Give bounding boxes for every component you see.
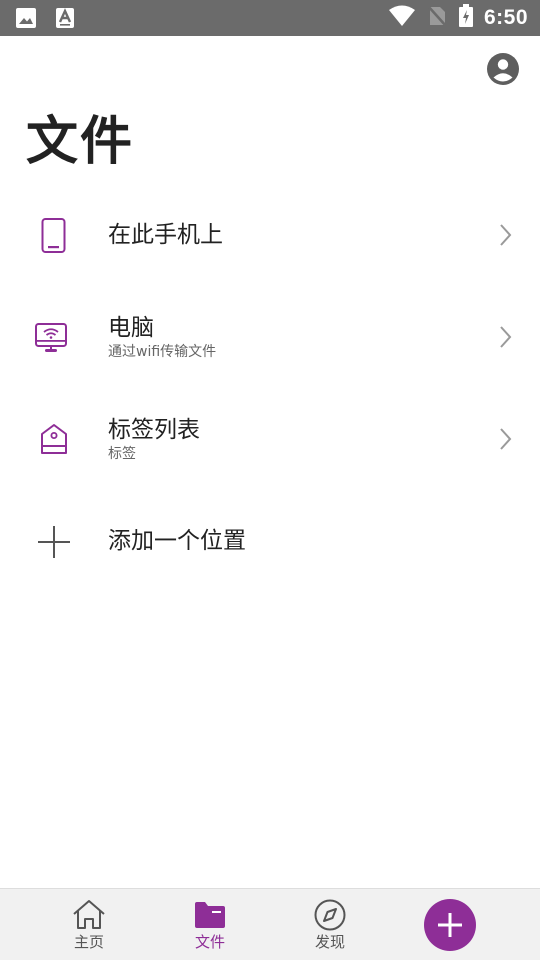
- location-subtitle: 标签: [108, 446, 136, 462]
- status-bar-notifications: [14, 6, 76, 34]
- nav-discover[interactable]: 发现: [285, 889, 375, 960]
- home-icon: [71, 898, 107, 932]
- nav-files[interactable]: 文件: [165, 889, 255, 960]
- location-text: 添加一个位置: [108, 490, 246, 592]
- status-bar-system: 6:50: [388, 0, 528, 36]
- locations-list: 在此手机上 电脑 通过wifi传输文件 标签列表 标签 添加一个位置: [0, 184, 540, 592]
- chevron-right-icon: [498, 222, 514, 248]
- wifi-icon: [388, 5, 416, 31]
- location-this-phone[interactable]: 在此手机上: [0, 184, 540, 286]
- account-button[interactable]: [486, 52, 520, 86]
- text-format-icon: [54, 6, 76, 34]
- folder-icon: [192, 898, 228, 932]
- nav-label: 文件: [194, 933, 225, 951]
- location-title: 标签列表: [108, 417, 200, 443]
- nav-label: 发现: [314, 933, 345, 951]
- location-subtitle: 通过wifi传输文件: [108, 344, 217, 360]
- account-circle-icon: [487, 53, 519, 85]
- location-text: 电脑 通过wifi传输文件: [108, 286, 216, 388]
- chevron-right-icon: [498, 426, 514, 452]
- nav-label: 主页: [73, 933, 104, 951]
- location-title: 在此手机上: [108, 222, 223, 248]
- phone-icon: [34, 216, 74, 256]
- location-text: 在此手机上: [108, 184, 223, 286]
- plus-icon: [34, 522, 74, 562]
- status-time: 6:50: [483, 6, 528, 29]
- location-text: 标签列表 标签: [108, 388, 200, 490]
- chevron-right-icon: [498, 324, 514, 350]
- location-title: 添加一个位置: [108, 528, 246, 554]
- no-sim-icon: [426, 4, 448, 32]
- nav-home[interactable]: 主页: [44, 889, 134, 960]
- battery-charging-icon: [458, 4, 474, 32]
- location-title: 电脑: [108, 315, 154, 341]
- location-tags[interactable]: 标签列表 标签: [0, 388, 540, 490]
- computer-wifi-icon: [34, 318, 74, 358]
- add-button[interactable]: [424, 899, 476, 951]
- status-bar: 6:50: [0, 0, 540, 36]
- location-computer[interactable]: 电脑 通过wifi传输文件: [0, 286, 540, 388]
- image-icon: [14, 6, 38, 34]
- plus-icon: [438, 913, 462, 937]
- add-location-button[interactable]: 添加一个位置: [0, 490, 540, 592]
- compass-icon: [312, 898, 348, 932]
- tag-icon: [34, 420, 74, 460]
- page-title: 文件: [26, 112, 135, 172]
